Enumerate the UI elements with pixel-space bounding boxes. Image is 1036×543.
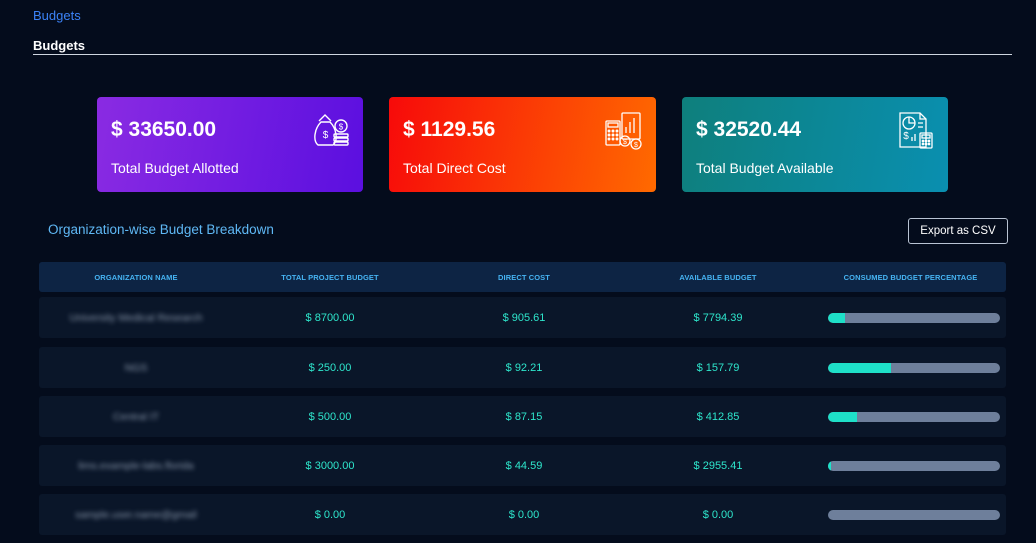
svg-text:$: $: [323, 130, 329, 141]
budget-breakdown-table: Organization Name Total Project Budget D…: [39, 262, 1006, 535]
column-header-total-budget: Total Project Budget: [281, 272, 379, 282]
column-header-available-budget: Available Budget: [679, 272, 757, 282]
page-title: Budgets: [33, 38, 85, 53]
svg-text:$: $: [903, 131, 909, 142]
table-row: sample.user.name@gmail $ 0.00 $ 0.00 $ 0…: [39, 494, 1006, 535]
org-name-cell: University Medical Research: [69, 311, 203, 324]
direct-cost-cell: $ 87.15: [505, 410, 543, 423]
export-csv-button[interactable]: Export as CSV: [908, 218, 1008, 244]
consumed-percentage-cell: [815, 312, 1006, 323]
column-header-direct-cost: Direct Cost: [498, 272, 550, 282]
column-header-consumed-percentage: Consumed Budget Percentage: [843, 272, 978, 282]
total-budget-cell: $ 500.00: [308, 410, 352, 423]
total-budget-allotted-card: $ 33650.00 Total Budget Allotted $ $: [97, 97, 363, 192]
org-name-cell: Central IT: [112, 410, 160, 423]
progress-bar: [827, 509, 1000, 520]
column-header-organization: Organization Name: [94, 272, 178, 282]
total-budget-available-card: $ 32520.44 Total Budget Available $: [682, 97, 948, 192]
org-name-cell: sample.user.name@gmail: [75, 508, 197, 521]
table-header: Organization Name Total Project Budget D…: [39, 262, 1006, 292]
svg-text:$: $: [623, 139, 627, 146]
total-direct-cost-card: $ 1129.56 Total Direct Cost $ $: [389, 97, 656, 192]
progress-fill: [827, 312, 846, 323]
available-budget-cell: $ 7794.39: [693, 311, 743, 324]
card-value: $ 1129.56: [403, 118, 496, 141]
money-bag-coins-icon: $ $: [314, 114, 349, 146]
total-budget-cell: $ 8700.00: [305, 311, 355, 324]
available-budget-cell: $ 0.00: [702, 508, 734, 521]
org-name-cell: lims.example-labs.florida: [78, 459, 194, 472]
direct-cost-cell: $ 0.00: [508, 508, 540, 521]
title-divider: [33, 54, 1012, 55]
budget-report-icon: $: [899, 112, 933, 149]
progress-bar: [827, 362, 1000, 373]
total-budget-cell: $ 3000.00: [305, 459, 355, 472]
progress-fill: [827, 411, 858, 422]
consumed-percentage-cell: [815, 509, 1006, 520]
total-budget-cell: $ 0.00: [314, 508, 346, 521]
available-budget-cell: $ 412.85: [696, 410, 740, 423]
section-title: Organization-wise Budget Breakdown: [48, 222, 274, 237]
card-label: Total Budget Allotted: [111, 160, 239, 176]
table-row: Central IT $ 500.00 $ 87.15 $ 412.85: [39, 396, 1006, 437]
table-row: NGS $ 250.00 $ 92.21 $ 157.79: [39, 347, 1006, 388]
available-budget-cell: $ 2955.41: [693, 459, 743, 472]
card-label: Total Budget Available: [696, 160, 834, 176]
consumed-percentage-cell: [815, 460, 1006, 471]
svg-text:$: $: [634, 142, 638, 149]
breadcrumb[interactable]: Budgets: [33, 8, 81, 23]
progress-bar: [827, 411, 1000, 422]
total-budget-cell: $ 250.00: [308, 361, 352, 374]
cost-calculator-chart-icon: $ $: [605, 112, 642, 150]
table-row: University Medical Research $ 8700.00 $ …: [39, 297, 1006, 338]
direct-cost-cell: $ 92.21: [505, 361, 543, 374]
table-row: lims.example-labs.florida $ 3000.00 $ 44…: [39, 445, 1006, 486]
card-label: Total Direct Cost: [403, 160, 506, 176]
progress-bar: [827, 460, 1000, 471]
card-value: $ 33650.00: [111, 118, 217, 141]
available-budget-cell: $ 157.79: [696, 361, 740, 374]
org-name-cell: NGS: [124, 361, 148, 374]
progress-fill: [827, 460, 831, 471]
progress-fill: [827, 362, 891, 373]
consumed-percentage-cell: [815, 362, 1006, 373]
progress-bar: [827, 312, 1000, 323]
card-value: $ 32520.44: [696, 118, 802, 141]
direct-cost-cell: $ 44.59: [505, 459, 543, 472]
consumed-percentage-cell: [815, 411, 1006, 422]
svg-text:$: $: [339, 123, 344, 132]
direct-cost-cell: $ 905.61: [502, 311, 546, 324]
